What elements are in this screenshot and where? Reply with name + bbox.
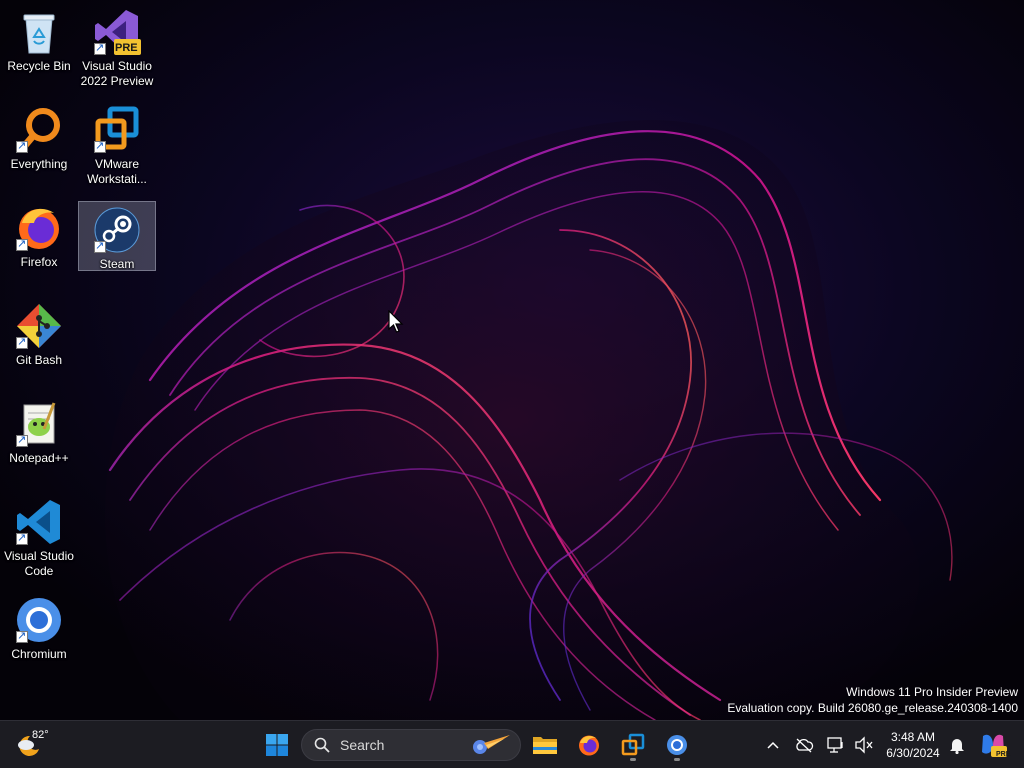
desktop-icon-steam[interactable]: Steam xyxy=(78,201,156,271)
chromium-icon xyxy=(667,735,687,755)
taskbar-firefox[interactable] xyxy=(572,727,606,763)
shortcut-arrow-icon xyxy=(94,139,106,153)
taskbar-search-box[interactable]: Search xyxy=(301,729,521,761)
desktop-icon-label: Chromium xyxy=(11,647,67,661)
network-ethernet-icon xyxy=(827,737,843,753)
taskbar: 82° Search 3:48 AM 6/30/2024 PRE xyxy=(0,720,1024,768)
copilot-button[interactable]: PRE xyxy=(976,729,1010,761)
show-hidden-icons-button[interactable] xyxy=(762,733,784,757)
desktop-icon-recycle-bin[interactable]: Recycle Bin xyxy=(0,4,78,74)
desktop-icon-chromium[interactable]: Chromium xyxy=(0,592,78,662)
shortcut-arrow-icon xyxy=(94,41,106,55)
weather-temperature: 82° xyxy=(32,729,49,741)
chromium-icon xyxy=(14,595,64,645)
cloud-offline-icon xyxy=(796,738,814,753)
shortcut-arrow-icon xyxy=(16,629,28,643)
visual-studio-preview-icon: PRE xyxy=(92,7,142,57)
clock-time: 3:48 AM xyxy=(890,730,936,744)
shortcut-arrow-icon xyxy=(16,433,28,447)
chevron-up-icon xyxy=(767,741,779,749)
running-indicator xyxy=(674,758,680,761)
tray-volume[interactable] xyxy=(852,733,876,757)
search-icon xyxy=(314,737,330,753)
desktop-icon-label: Steam xyxy=(99,257,135,271)
copilot-preview-badge: PRE xyxy=(996,751,1011,758)
search-highlight-comet-icon xyxy=(473,735,510,754)
desktop-icon-vscode[interactable]: Visual Studio Code xyxy=(0,494,78,580)
preview-badge: PRE xyxy=(115,42,138,54)
firefox-icon xyxy=(579,735,599,756)
desktop-icon-visual-studio-preview[interactable]: PRE Visual Studio 2022 Preview xyxy=(78,4,156,90)
desktop-icon-firefox[interactable]: Firefox xyxy=(0,200,78,270)
evaluation-watermark: Windows 11 Pro Insider Preview Evaluatio… xyxy=(727,684,1018,716)
shortcut-arrow-icon xyxy=(16,139,28,153)
everything-search-icon xyxy=(14,105,64,155)
clock-date: 6/30/2024 xyxy=(886,746,940,760)
desktop-icon-label: Git Bash xyxy=(15,353,63,367)
search-placeholder: Search xyxy=(340,737,385,753)
desktop-icon-notepadpp[interactable]: Notepad++ xyxy=(0,396,78,466)
desktop-icon-label: Firefox xyxy=(20,255,58,269)
desktop-icon-label: Visual Studio 2022 Preview xyxy=(80,59,154,88)
taskbar-vmware[interactable] xyxy=(616,727,650,763)
tray-network[interactable] xyxy=(824,733,848,757)
vscode-icon xyxy=(14,497,64,547)
shortcut-arrow-icon xyxy=(16,335,28,349)
taskbar-file-explorer[interactable] xyxy=(528,727,562,763)
shortcut-arrow-icon xyxy=(16,237,28,251)
desktop-icon-everything[interactable]: Everything xyxy=(0,102,78,172)
desktop-icon-label: Everything xyxy=(10,157,68,171)
notifications-button[interactable] xyxy=(946,733,968,757)
vmware-icon xyxy=(92,105,142,155)
watermark-line-build: Evaluation copy. Build 26080.ge_release.… xyxy=(727,701,1018,715)
mouse-cursor-icon xyxy=(388,310,404,333)
desktop-icon-git-bash[interactable]: Git Bash xyxy=(0,298,78,368)
desktop-icon-label: VMware Workstati... xyxy=(87,157,147,186)
firefox-icon xyxy=(14,203,64,253)
running-indicator xyxy=(630,758,636,761)
notepadpp-icon xyxy=(14,399,64,449)
desktop-icon-label: Notepad++ xyxy=(9,451,69,465)
shortcut-arrow-icon xyxy=(16,531,28,545)
windows-start-icon xyxy=(266,734,288,756)
volume-muted-icon xyxy=(855,736,873,754)
watermark-line-edition: Windows 11 Pro Insider Preview xyxy=(846,685,1018,699)
start-button[interactable] xyxy=(260,727,294,763)
file-explorer-icon xyxy=(533,737,557,754)
git-bash-icon xyxy=(14,301,64,351)
tray-onedrive[interactable] xyxy=(792,733,816,757)
vmware-icon xyxy=(621,733,645,756)
desktop-icon-vmware[interactable]: VMware Workstati... xyxy=(78,102,156,188)
recycle-bin-icon xyxy=(14,7,64,57)
desktop-icon-label: Visual Studio Code xyxy=(4,549,74,578)
shortcut-arrow-icon xyxy=(94,239,106,253)
desktop-icon-label: Recycle Bin xyxy=(7,59,71,73)
system-clock[interactable]: 3:48 AM 6/30/2024 xyxy=(880,727,946,763)
notification-bell-icon xyxy=(950,739,964,754)
taskbar-chromium[interactable] xyxy=(660,727,694,763)
weather-widget[interactable]: 82° xyxy=(12,727,58,763)
steam-icon xyxy=(92,205,142,255)
